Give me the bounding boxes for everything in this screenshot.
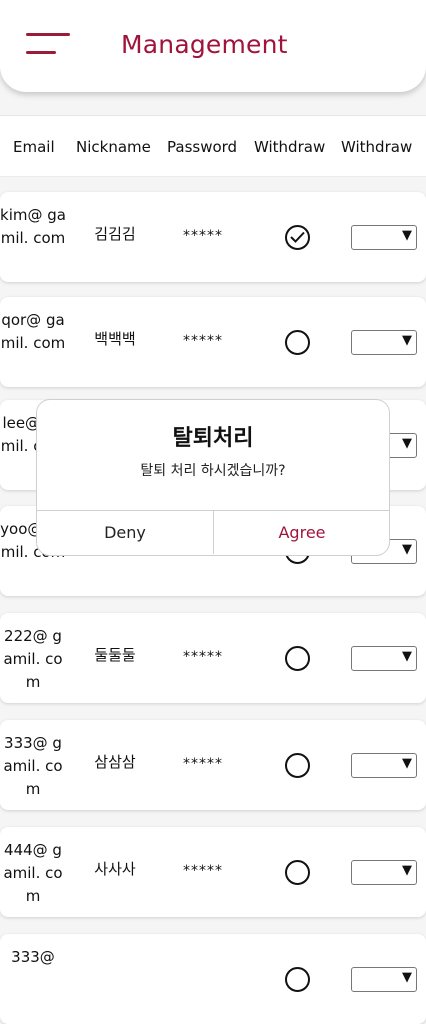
- dialog-message: 탈퇴 처리 하시겠습니까?: [140, 463, 286, 479]
- menu-bar-top: [26, 33, 70, 36]
- table-row: qor@ gamil. com 백백백 ***** ▼: [0, 297, 426, 387]
- row-password: *****: [183, 756, 223, 772]
- row-nickname: 백백백: [94, 330, 136, 348]
- column-header-password: Password: [167, 138, 238, 156]
- table-row: 222@ gamil. com 둘둘둘 ***** ▼: [0, 613, 426, 703]
- table-header: Email Nickname Password Withdraw Withdra…: [0, 115, 426, 177]
- withdraw-radio[interactable]: [285, 967, 310, 992]
- dropdown-caret-icon: ▼: [402, 436, 412, 451]
- dropdown-caret-icon: ▼: [402, 228, 412, 243]
- app-header: Management: [0, 0, 426, 92]
- row-nickname: 사사사: [94, 860, 136, 878]
- table-row: 333@ gamil. com 삼삼삼 ***** ▼: [0, 720, 426, 810]
- dropdown-caret-icon: ▼: [402, 542, 412, 557]
- column-header-withdraw-action: Withdraw: [341, 138, 413, 156]
- dropdown-caret-icon: ▼: [402, 756, 412, 771]
- withdraw-select[interactable]: ▼: [351, 967, 417, 992]
- dropdown-caret-icon: ▼: [402, 970, 412, 985]
- withdraw-select[interactable]: ▼: [351, 753, 417, 778]
- menu-bar-bottom: [26, 51, 56, 54]
- row-nickname: 삼삼삼: [94, 753, 136, 771]
- row-nickname: 둘둘둘: [94, 646, 136, 664]
- table-row: 333@ ▼: [0, 934, 426, 1024]
- withdraw-select[interactable]: ▼: [351, 646, 417, 671]
- row-email: kim@ gamil. com: [0, 206, 66, 247]
- row-nickname: 김김김: [94, 225, 136, 243]
- column-header-email: Email: [13, 138, 55, 156]
- checkmark-icon: [290, 231, 305, 243]
- withdraw-select[interactable]: ▼: [351, 330, 417, 355]
- withdraw-select[interactable]: ▼: [351, 225, 417, 250]
- agree-button[interactable]: Agree: [214, 511, 390, 554]
- withdraw-radio[interactable]: [285, 646, 310, 671]
- column-header-withdraw-status: Withdraw: [254, 138, 326, 156]
- column-header-nickname: Nickname: [76, 138, 151, 156]
- withdraw-confirm-dialog: 탈퇴처리 탈퇴 처리 하시겠습니까? Deny Agree: [36, 399, 390, 556]
- row-email: qor@ gamil. com: [0, 311, 66, 352]
- row-email: 333@ gamil. com: [3, 734, 63, 798]
- row-password: *****: [183, 649, 223, 665]
- dropdown-caret-icon: ▼: [402, 333, 412, 348]
- table-row: kim@ gamil. com 김김김 ***** ▼: [0, 192, 426, 282]
- withdraw-radio[interactable]: [285, 860, 310, 885]
- row-password: *****: [183, 333, 223, 349]
- table-row: 444@ gamil. com 사사사 ***** ▼: [0, 827, 426, 917]
- withdraw-radio-checked[interactable]: [285, 225, 310, 250]
- hamburger-menu-icon[interactable]: [26, 33, 72, 57]
- row-password: *****: [183, 228, 223, 244]
- row-email: 222@ gamil. com: [3, 627, 63, 691]
- row-password: *****: [183, 863, 223, 879]
- withdraw-radio[interactable]: [285, 330, 310, 355]
- withdraw-radio[interactable]: [285, 753, 310, 778]
- withdraw-select[interactable]: ▼: [351, 860, 417, 885]
- dropdown-caret-icon: ▼: [402, 649, 412, 664]
- row-email: 444@ gamil. com: [3, 841, 63, 905]
- dropdown-caret-icon: ▼: [402, 863, 412, 878]
- dialog-title: 탈퇴처리: [172, 426, 254, 451]
- page-title: Management: [121, 30, 288, 59]
- deny-button[interactable]: Deny: [37, 511, 213, 554]
- row-email: 333@: [11, 948, 55, 966]
